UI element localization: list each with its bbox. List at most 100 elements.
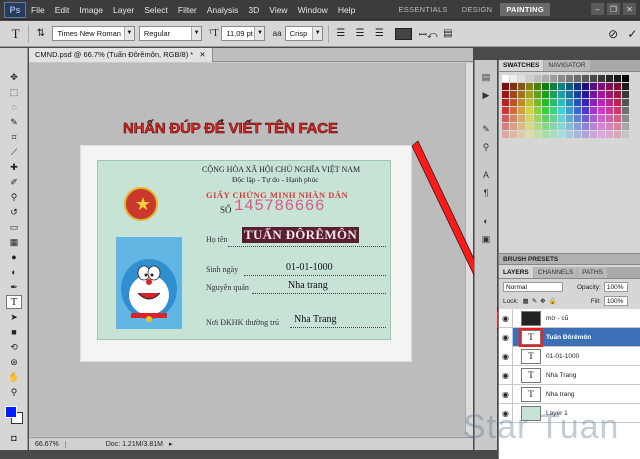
color-swatch[interactable] — [566, 115, 573, 122]
color-swatch[interactable] — [606, 131, 613, 138]
status-menu-arrow-icon[interactable]: ▸ — [169, 440, 173, 448]
menu-3d[interactable]: 3D — [243, 5, 264, 15]
color-swatch[interactable] — [566, 123, 573, 130]
anti-alias-select[interactable]: Crisp ▼ — [284, 26, 324, 41]
font-family-select[interactable]: Times New Roman ▼ — [52, 26, 135, 41]
color-swatch[interactable] — [502, 107, 509, 114]
tab-swatches[interactable]: SWATCHES — [499, 60, 544, 71]
color-swatch[interactable] — [622, 91, 629, 98]
color-swatch[interactable] — [574, 123, 581, 130]
color-swatch[interactable] — [590, 91, 597, 98]
menu-view[interactable]: View — [264, 5, 292, 15]
workspace-essentials[interactable]: ESSENTIALS — [392, 3, 453, 16]
color-swatch[interactable] — [574, 83, 581, 90]
color-swatch[interactable] — [622, 99, 629, 106]
color-swatch[interactable] — [558, 123, 565, 130]
color-swatch[interactable] — [502, 75, 509, 82]
color-swatch[interactable] — [502, 123, 509, 130]
color-swatch[interactable] — [598, 75, 605, 82]
close-icon[interactable]: ✕ — [623, 3, 636, 15]
brush-tool-icon[interactable]: ✐ — [6, 175, 22, 189]
lock-all-icon[interactable]: 🔒 — [549, 297, 557, 305]
shape-tool-icon[interactable]: ■ — [6, 325, 22, 339]
color-swatch[interactable] — [590, 75, 597, 82]
color-swatch[interactable] — [526, 107, 533, 114]
menu-layer[interactable]: Layer — [108, 5, 139, 15]
crop-tool-icon[interactable]: ⌗ — [6, 130, 22, 144]
color-swatch[interactable] — [526, 75, 533, 82]
color-swatch[interactable] — [582, 83, 589, 90]
eye-icon[interactable]: ◉ — [499, 346, 513, 366]
color-swatch[interactable] — [550, 123, 557, 130]
3d-rotate-tool-icon[interactable]: ⟲ — [6, 340, 22, 354]
color-swatch[interactable] — [566, 107, 573, 114]
history-brush-tool-icon[interactable]: ↺ — [6, 205, 22, 219]
swatch-grid[interactable] — [499, 72, 640, 138]
quick-select-tool-icon[interactable]: ✎ — [6, 115, 22, 129]
brush-panel-icon[interactable]: ✎ — [478, 122, 494, 136]
color-swatch[interactable] — [534, 83, 541, 90]
color-swatch[interactable] — [502, 83, 509, 90]
color-swatch[interactable] — [542, 107, 549, 114]
canvas[interactable]: ★ CỘNG HÒA XÃ HỘI CHỦ NGHĨA VIỆT NAM Độc… — [29, 63, 473, 436]
dodge-tool-icon[interactable]: ◐ — [6, 265, 22, 279]
history-panel-icon[interactable]: ▤ — [478, 70, 494, 84]
color-swatch[interactable] — [590, 107, 597, 114]
color-swatch[interactable] — [598, 91, 605, 98]
color-swatch[interactable] — [502, 131, 509, 138]
tab-paths[interactable]: PATHS — [578, 267, 607, 278]
color-swatch[interactable] — [550, 99, 557, 106]
tab-channels[interactable]: CHANNELS — [533, 267, 578, 278]
eyedropper-tool-icon[interactable]: ⟋ — [6, 145, 22, 159]
color-swatch[interactable] — [534, 131, 541, 138]
color-swatch[interactable] — [518, 123, 525, 130]
layer-row[interactable]: ◉ T Nha trang — [499, 384, 640, 404]
color-swatch[interactable] — [590, 131, 597, 138]
layer-row[interactable]: ◉ mờ - cũ — [499, 308, 640, 328]
color-swatch[interactable] — [510, 75, 517, 82]
color-swatch[interactable] — [550, 115, 557, 122]
color-swatch[interactable] — [526, 91, 533, 98]
pen-tool-icon[interactable]: ✒ — [6, 280, 22, 294]
color-swatch[interactable] — [590, 115, 597, 122]
color-swatch[interactable] — [574, 107, 581, 114]
color-swatch[interactable] — [502, 99, 509, 106]
color-swatch[interactable] — [582, 115, 589, 122]
align-left-icon[interactable]: ☰ — [333, 26, 348, 42]
color-swatch[interactable] — [558, 99, 565, 106]
color-swatch[interactable] — [526, 123, 533, 130]
menu-select[interactable]: Select — [139, 5, 173, 15]
cancel-icon[interactable]: ⊘ — [605, 26, 620, 42]
color-swatch[interactable] — [614, 107, 621, 114]
color-swatch[interactable] — [598, 107, 605, 114]
color-swatch[interactable] — [574, 75, 581, 82]
type-tool-icon[interactable]: T — [6, 295, 22, 309]
color-swatch[interactable] — [550, 83, 557, 90]
color-swatch[interactable] — [542, 83, 549, 90]
type-tool-icon[interactable]: T — [8, 26, 23, 42]
color-swatch[interactable] — [510, 115, 517, 122]
eraser-tool-icon[interactable]: ▭ — [6, 220, 22, 234]
color-swatch[interactable] — [622, 123, 629, 130]
color-swatch[interactable] — [622, 83, 629, 90]
workspace-design[interactable]: DESIGN — [456, 3, 499, 16]
commit-icon[interactable]: ✓ — [625, 26, 640, 42]
adjustments-panel-icon[interactable]: ◐ — [478, 214, 494, 228]
color-swatch[interactable] — [606, 91, 613, 98]
align-center-icon[interactable]: ☰ — [352, 26, 367, 42]
character-panel-icon[interactable]: A — [478, 168, 494, 182]
3d-orbit-tool-icon[interactable]: ⊛ — [6, 355, 22, 369]
color-swatch[interactable] — [574, 115, 581, 122]
color-swatch[interactable] — [614, 123, 621, 130]
restore-icon[interactable]: ❐ — [607, 3, 620, 15]
color-swatch[interactable] — [622, 107, 629, 114]
color-swatch[interactable] — [542, 115, 549, 122]
move-tool-icon[interactable]: ✥ — [6, 70, 22, 84]
color-swatch[interactable] — [590, 123, 597, 130]
layer-row[interactable]: ◉ T 01-01-1000 — [499, 346, 640, 366]
color-swatch[interactable] — [510, 99, 517, 106]
masks-panel-icon[interactable]: ▣ — [478, 232, 494, 246]
font-size-select[interactable]: 11,09 pt ▼ — [221, 26, 266, 41]
color-swatch[interactable] — [582, 107, 589, 114]
color-swatch[interactable] — [598, 99, 605, 106]
